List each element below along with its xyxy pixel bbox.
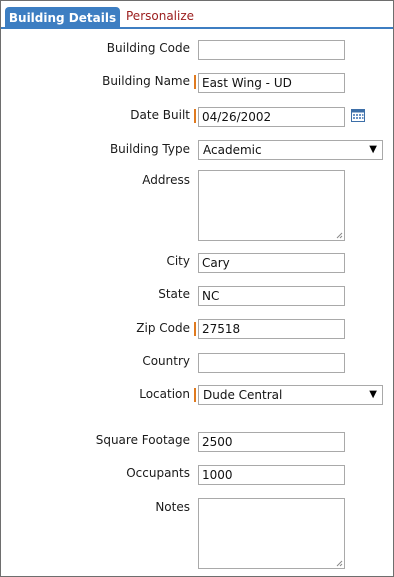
location-required-marker — [194, 388, 196, 402]
address-label: Address — [142, 173, 190, 187]
building-type-select[interactable]: Academic ▼ — [198, 140, 383, 160]
square-footage-input[interactable] — [198, 432, 345, 452]
building-name-label: Building Name — [102, 74, 190, 88]
building-code-input[interactable] — [198, 40, 345, 60]
city-label: City — [166, 254, 190, 268]
state-input[interactable] — [198, 286, 345, 306]
building-name-required-marker — [194, 75, 196, 89]
date-built-required-marker — [194, 109, 196, 123]
resize-grip-icon[interactable] — [336, 560, 343, 567]
country-label: Country — [142, 354, 190, 368]
dropdown-arrow-icon: ▼ — [369, 144, 377, 155]
calendar-icon[interactable] — [351, 108, 365, 122]
location-label: Location — [139, 387, 190, 401]
location-select[interactable]: Dude Central ▼ — [198, 385, 383, 405]
city-input[interactable] — [198, 253, 345, 273]
resize-grip-icon[interactable] — [336, 232, 343, 239]
tab-bar: Building Details Personalize — [1, 1, 393, 29]
building-type-value: Academic — [203, 143, 262, 157]
zip-code-required-marker — [194, 322, 196, 336]
dropdown-arrow-icon: ▼ — [369, 389, 377, 400]
occupants-input[interactable] — [198, 465, 345, 485]
tab-personalize[interactable]: Personalize — [124, 6, 196, 27]
location-value: Dude Central — [203, 388, 283, 402]
building-name-input[interactable] — [198, 73, 345, 93]
building-type-label: Building Type — [109, 142, 190, 156]
date-built-input[interactable] — [198, 107, 345, 127]
address-textarea[interactable] — [198, 170, 345, 241]
notes-textarea[interactable] — [198, 498, 345, 569]
state-label: State — [158, 287, 190, 301]
building-details-panel: Building Details Personalize Building Co… — [0, 0, 394, 577]
tab-building-details[interactable]: Building Details — [5, 7, 120, 29]
occupants-label: Occupants — [126, 466, 190, 480]
zip-code-input[interactable] — [198, 319, 345, 339]
country-input[interactable] — [198, 353, 345, 373]
building-code-label: Building Code — [106, 41, 190, 55]
square-footage-label: Square Footage — [95, 433, 190, 447]
notes-label: Notes — [155, 500, 190, 514]
date-built-label: Date Built — [130, 108, 190, 122]
zip-code-label: Zip Code — [136, 321, 190, 335]
